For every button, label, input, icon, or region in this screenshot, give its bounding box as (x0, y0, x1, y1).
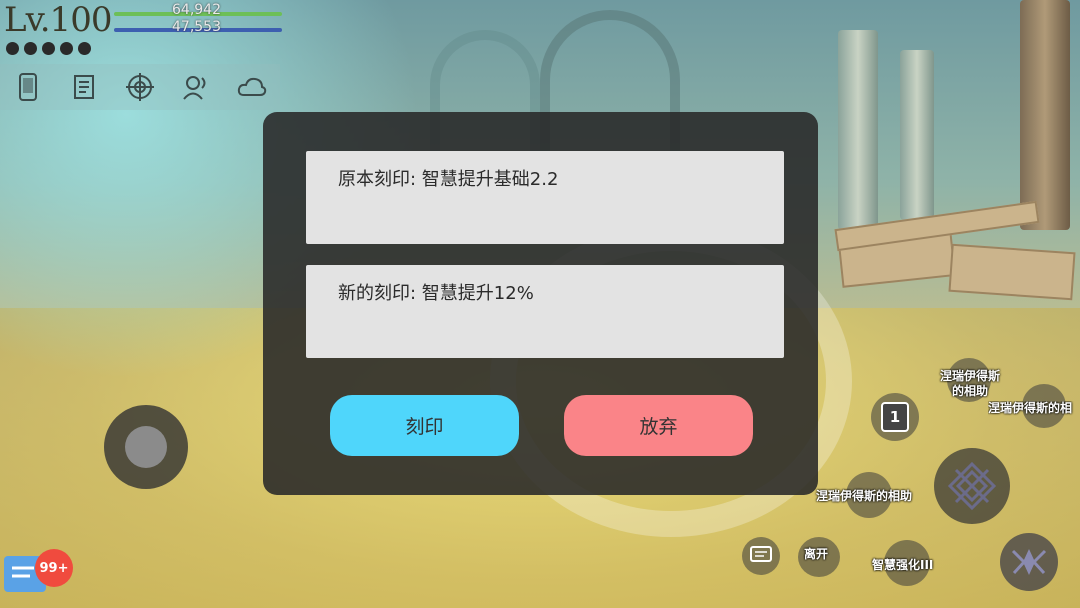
phone-icon[interactable] (0, 73, 56, 101)
crossed-swords-icon (947, 461, 997, 511)
new-engraving-field: 新的刻印: 智慧提升12% (306, 265, 784, 358)
engrave-dialog: 原本刻印: 智慧提升基础2.2 新的刻印: 智慧提升12% 刻印 放弃 (263, 112, 818, 495)
engrave-button[interactable]: 刻印 (330, 395, 519, 456)
hp-value: 64,942 (172, 2, 221, 18)
player-level: Lv.100 (4, 0, 112, 40)
combo-dot (42, 42, 55, 55)
combo-dot (6, 42, 19, 55)
slot-number: 1 (881, 402, 909, 432)
leave-label: 离开 (804, 547, 829, 561)
combo-dots (6, 42, 91, 55)
stone-slab (834, 200, 1040, 252)
joystick-knob[interactable] (125, 426, 167, 468)
skill-right-label: 涅瑞伊得斯的相 (988, 401, 1073, 415)
quest-scroll-icon[interactable] (56, 74, 112, 100)
top-menu-bar (0, 64, 280, 110)
wisdom-boost-label: 智慧强化III (872, 558, 934, 572)
target-icon[interactable] (112, 73, 168, 101)
stone-pillar (1020, 0, 1070, 230)
wings-emblem-icon (1011, 549, 1047, 575)
stone-slab (838, 232, 956, 288)
message-icon (750, 546, 772, 562)
chat-log-button[interactable] (742, 537, 780, 575)
stone-pillar (900, 50, 934, 220)
skill-left-label: 涅瑞伊得斯的相助 (816, 489, 913, 503)
movement-joystick[interactable] (104, 405, 188, 489)
mp-value: 47,553 (172, 19, 221, 35)
quick-slot-button[interactable]: 1 (871, 393, 919, 441)
combo-dot (24, 42, 37, 55)
combo-dot (78, 42, 91, 55)
combo-dot (60, 42, 73, 55)
attack-button[interactable] (934, 448, 1010, 524)
cloud-icon[interactable] (224, 76, 280, 98)
discard-button[interactable]: 放弃 (564, 395, 753, 456)
voice-chat-icon[interactable] (168, 74, 224, 100)
stone-slab (948, 243, 1076, 301)
stone-pillar (838, 30, 878, 230)
skill-top-label: 涅瑞伊得斯 的相助 (939, 369, 1000, 398)
original-engraving-field: 原本刻印: 智慧提升基础2.2 (306, 151, 784, 244)
ultimate-skill-button[interactable] (1000, 533, 1058, 591)
unread-badge: 99+ (35, 549, 73, 587)
